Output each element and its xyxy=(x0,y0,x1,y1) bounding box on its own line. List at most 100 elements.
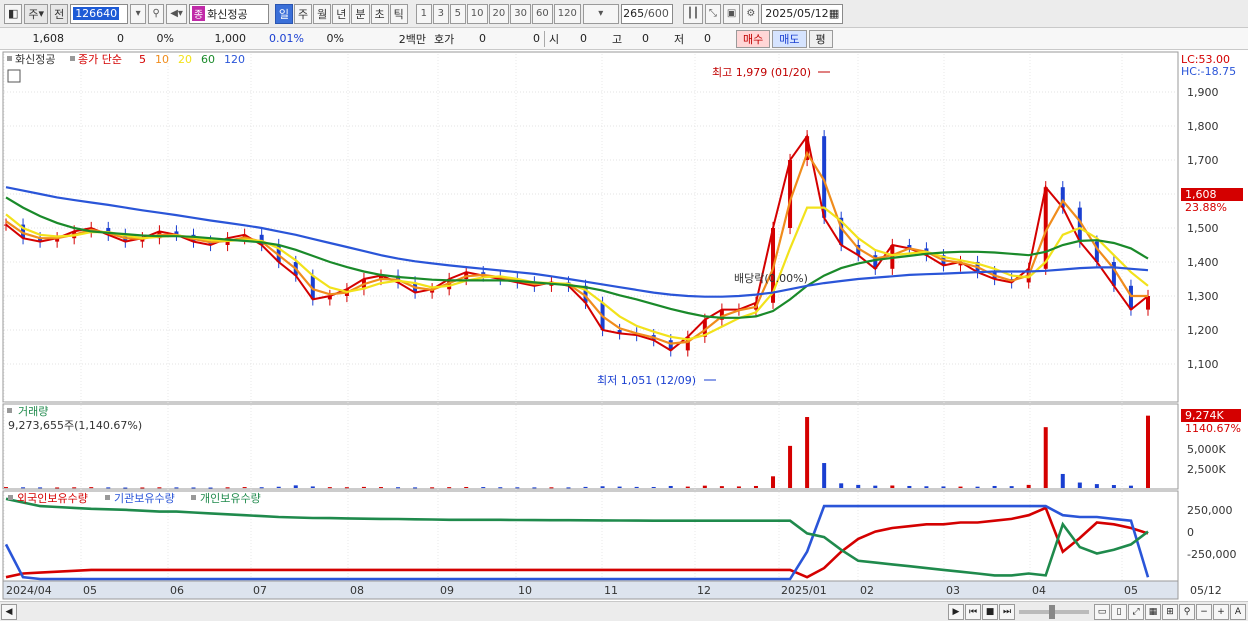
timeframe-button-4[interactable]: 분 xyxy=(351,3,370,24)
interval-button-30[interactable]: 30 xyxy=(510,3,531,24)
interval-button-120[interactable]: 120 xyxy=(553,3,581,24)
date-field[interactable]: 2025/05/12 ▦ xyxy=(761,3,844,24)
timeframe-button-0[interactable]: 일 xyxy=(274,3,294,24)
resize-icon[interactable]: ⤢ xyxy=(1128,603,1144,620)
volume-panel xyxy=(2,403,1179,490)
holdings-legend: 외국인보유수량 기관보유수량 개인보유수량 xyxy=(8,492,261,505)
x-tick-2: 06 xyxy=(170,584,184,597)
ratio-value: 0% xyxy=(326,32,344,45)
grid-icon[interactable]: ▦ xyxy=(1145,603,1161,620)
volume-bar-50 xyxy=(856,484,861,488)
volume-bar-60 xyxy=(1026,484,1031,488)
stock-code-input[interactable]: 126640 xyxy=(70,3,129,24)
sell-button[interactable]: 매도 xyxy=(772,29,807,48)
gear-icon[interactable]: ⚙ xyxy=(742,3,760,24)
candle-icon[interactable]: ┃┃ xyxy=(682,3,703,24)
volume-bar-40 xyxy=(685,486,690,488)
price-tick-7: 1,200 xyxy=(1187,324,1219,337)
table-icon[interactable] xyxy=(7,69,21,83)
period-select[interactable]: 주 ▾ xyxy=(24,3,49,24)
window-split-icon[interactable]: ▯ xyxy=(1111,603,1127,620)
zoom-slider-thumb[interactable] xyxy=(1049,604,1055,619)
price-tick-8: 1,100 xyxy=(1187,358,1219,371)
plus-icon[interactable]: + xyxy=(1213,603,1229,620)
volume-bar-14 xyxy=(242,487,247,489)
volume-bar-41 xyxy=(702,485,707,488)
volume-bar-18 xyxy=(310,486,315,488)
legend-stock-name: 화신정공 xyxy=(15,53,55,66)
volume-current-pct: 1140.67% xyxy=(1185,422,1241,435)
interval-button-5[interactable]: 5 xyxy=(449,3,466,24)
holdings-legend-marker-1 xyxy=(105,495,110,500)
timeframe-button-3[interactable]: 년 xyxy=(332,3,351,24)
forward-button[interactable]: ⏭ xyxy=(999,603,1015,620)
volume-axis-5000k: 5,000K xyxy=(1187,443,1226,456)
prev-button[interactable]: 전 xyxy=(50,3,69,24)
legend-marker-ma xyxy=(70,56,75,61)
volume-bar-11 xyxy=(191,487,196,489)
ma-legend-120: 120 xyxy=(224,53,245,66)
stock-code-value: 126640 xyxy=(73,7,120,20)
interval-button-10[interactable]: 10 xyxy=(466,3,488,24)
window-icon[interactable]: ▭ xyxy=(1094,603,1110,620)
volume-bar-12 xyxy=(208,487,213,489)
save-icon[interactable]: ▣ xyxy=(722,3,741,24)
speaker-icon[interactable]: ◀▾ xyxy=(166,3,187,24)
timeframe-button-2[interactable]: 월 xyxy=(313,3,332,24)
low-value: 0 xyxy=(704,32,711,45)
timeframe-button-1[interactable]: 주 xyxy=(294,3,313,24)
stock-tag: 종 xyxy=(191,6,206,21)
x-tick-12: 04 xyxy=(1032,584,1046,597)
volume-bar-49 xyxy=(839,483,844,488)
timeframe-button-5[interactable]: 초 xyxy=(370,3,389,24)
stock-name: 화신정공 xyxy=(207,7,248,21)
volume-axis-2500k: 2,500K xyxy=(1187,463,1226,476)
font-size-icon[interactable]: A xyxy=(1230,603,1246,620)
buy-button[interactable]: 매수 xyxy=(736,29,771,48)
rewind-button[interactable]: ⏮ xyxy=(965,603,981,620)
high-annotation: 최고 1,979 (01/20) xyxy=(712,66,811,79)
calendar-icon[interactable]: ▦ xyxy=(829,7,839,20)
volume-bar-4 xyxy=(72,487,77,489)
volume-bar-59 xyxy=(1009,486,1014,488)
volume-bar-17 xyxy=(293,485,298,488)
scroll-left-button[interactable]: ◀ xyxy=(1,603,17,620)
code-dropdown-icon[interactable]: ▾ xyxy=(130,3,147,24)
chart-area[interactable]: 1,9001,8001,7001,6001,5001,4001,3001,200… xyxy=(0,50,1248,601)
turnover-pct: 0.01% xyxy=(269,32,304,45)
chart-type-icon[interactable]: ◧ xyxy=(4,3,23,24)
interval-button-20[interactable]: 20 xyxy=(488,3,510,24)
chart-svg[interactable]: 1,9001,8001,7001,6001,5001,4001,3001,200… xyxy=(0,50,1248,601)
zoom-icon[interactable]: ⚲ xyxy=(1179,603,1195,620)
volume-bar-44 xyxy=(753,485,758,488)
interval-button-1[interactable]: 1 xyxy=(415,3,432,24)
timeframe-button-6[interactable]: 틱 xyxy=(389,3,408,24)
holdings-legend-1: 기관보유수량 xyxy=(114,492,175,505)
bottom-scrollbar[interactable]: ◀ ▶ ⏮ ■ ⏭ ▭ ▯ ⤢ ▦ ⊞ ⚲ − + A xyxy=(0,601,1248,621)
x-tick-10: 02 xyxy=(860,584,874,597)
count-field[interactable]: 265/600 xyxy=(620,3,673,24)
interval-dropdown[interactable]: ▾ xyxy=(582,3,619,24)
interval-button-60[interactable]: 60 xyxy=(531,3,553,24)
stock-name-field[interactable]: 종 화신정공 xyxy=(188,3,269,24)
volume-bar-35 xyxy=(600,486,605,488)
volume-bar-9 xyxy=(157,487,162,489)
search-icon[interactable]: ⚲ xyxy=(148,3,165,24)
volume-bar-1 xyxy=(21,487,26,489)
link-icon[interactable]: ⊞ xyxy=(1162,603,1178,620)
volume-bar-29 xyxy=(498,487,503,489)
holdings-panel xyxy=(2,490,1179,582)
eval-button[interactable]: 평 xyxy=(808,29,833,48)
volume-bar-8 xyxy=(140,487,145,489)
high-value: 0 xyxy=(642,32,649,45)
interval-button-3[interactable]: 3 xyxy=(432,3,449,24)
volume-bar-15 xyxy=(259,487,264,489)
minus-icon[interactable]: − xyxy=(1196,603,1212,620)
scroll-right-button[interactable]: ▶ xyxy=(948,603,964,620)
current-price: 1,608 xyxy=(32,32,65,45)
volume-bar-64 xyxy=(1094,484,1099,488)
zoom-slider[interactable] xyxy=(1019,604,1089,619)
stop-button[interactable]: ■ xyxy=(982,603,998,620)
crosshair-icon[interactable]: ⤡ xyxy=(704,3,721,24)
hoga-value-2: 0 xyxy=(533,32,540,45)
